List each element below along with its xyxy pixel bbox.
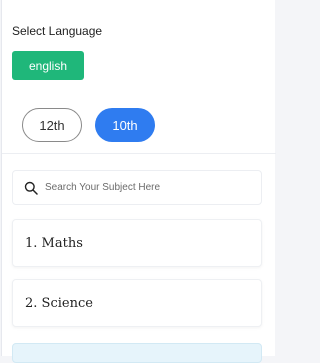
select-language-label: Select Language: [12, 24, 103, 38]
search-icon: [23, 180, 39, 196]
subject-search-input[interactable]: Search Your Subject Here: [12, 170, 262, 205]
subject-item-maths[interactable]: 1. Maths: [12, 219, 262, 267]
info-banner: [12, 343, 262, 363]
language-english-button[interactable]: english: [12, 51, 84, 80]
subject-selection-panel: Select Language english 12th 10th Search…: [1, 0, 276, 363]
class-10th-button[interactable]: 10th: [95, 108, 155, 142]
section-divider: [2, 153, 276, 154]
subject-item-science[interactable]: 2. Science: [12, 279, 262, 327]
class-12th-button[interactable]: 12th: [22, 108, 82, 142]
search-placeholder: Search Your Subject Here: [45, 182, 161, 193]
